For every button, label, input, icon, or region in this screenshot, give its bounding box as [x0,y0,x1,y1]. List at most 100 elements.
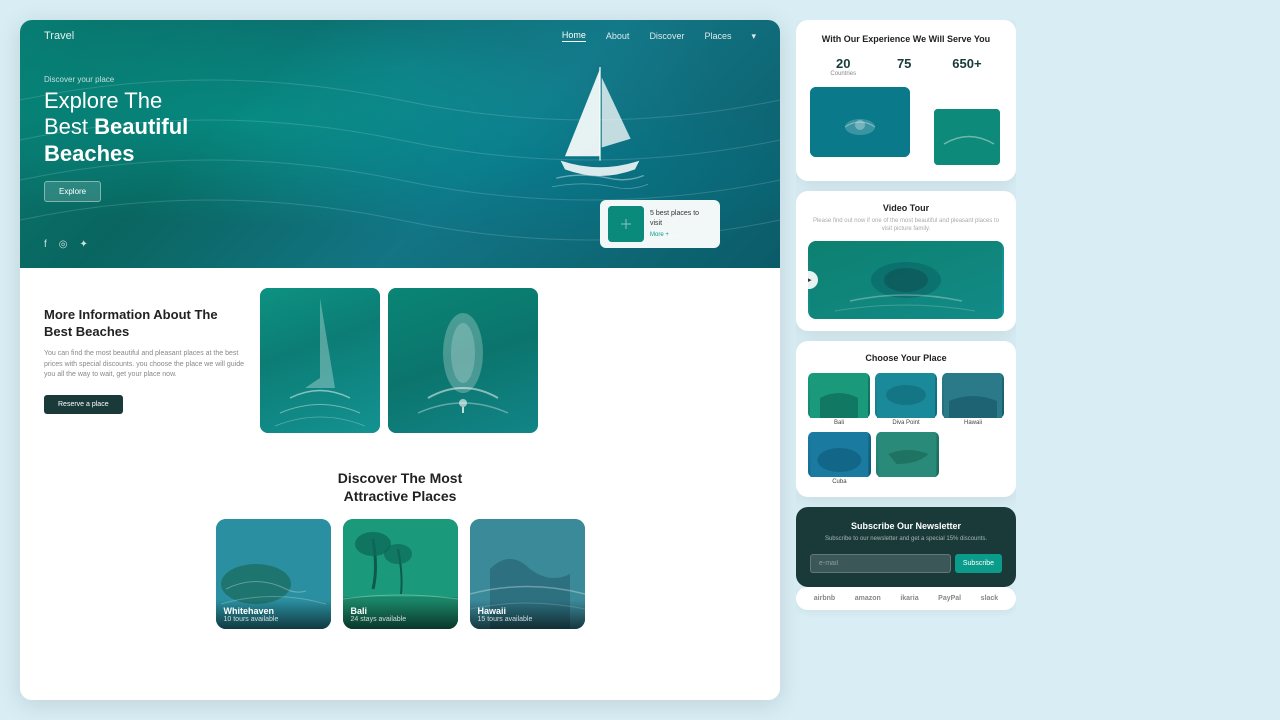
middle-description: You can find the most beautiful and plea… [44,349,244,381]
experience-card: With Our Experience We Will Serve You 20… [796,20,1016,181]
choose-img-bali [808,373,870,418]
card-more[interactable]: More + [650,231,712,239]
place-card-bg-bali: Bali 24 stays available [343,519,458,629]
subscribe-button[interactable]: Subscribe [955,554,1002,573]
choose-title: Choose Your Place [808,353,1004,363]
choose-label-hawaii: Hawaii [942,420,1004,426]
place-card-bg-whitehaven: Whitehaven 10 tours available [216,519,331,629]
choose-img-cuba [808,432,871,477]
hero-places-card[interactable]: 5 best places to visit More + [600,200,720,248]
instagram-icon[interactable]: ◎ [59,239,68,250]
page-wrapper: Travel Home About Discover Places ▾ Disc… [20,20,1260,700]
nav-links-container: Home About Discover Places ▾ [562,30,756,42]
hero-title: Explore The Best Beautiful Beaches [44,88,188,167]
discover-title-line2: Attractive Places [344,488,457,504]
choose-item-hawaii-choose[interactable]: Hawaii [942,373,1004,426]
right-panel: With Our Experience We Will Serve You 20… [796,20,1016,700]
exp-main-image [810,87,910,157]
choose-item-bali[interactable]: Bali [808,373,870,426]
navigation: Travel Home About Discover Places ▾ [20,20,780,52]
hero-section: Travel Home About Discover Places ▾ Disc… [20,20,780,268]
discover-title-line1: Discover The Most [338,470,462,486]
discover-title: Discover The Most Attractive Places [44,469,756,505]
stat-num-countries: 20 [830,56,856,71]
card-title: 5 best places to visit [650,210,699,227]
facebook-icon[interactable]: f [44,239,47,250]
stat-num-2: 75 [897,56,911,71]
nav-more[interactable]: ▾ [751,31,756,42]
brand-slack: slack [981,595,999,602]
stat-num-3: 650+ [952,56,981,71]
choose-grid-row1: Bali Diva Point [808,373,1004,426]
discover-section: Discover The Most Attractive Places [20,453,780,700]
sailboat-image [540,60,660,200]
choose-img-5 [876,432,939,477]
place-name-bali: Bali [351,606,450,616]
reserve-button[interactable]: Reserve a place [44,395,123,414]
place-name-hawaii: Hawaii [478,606,577,616]
middle-image-2 [388,288,538,433]
middle-images-container [260,288,756,433]
place-card-info-hawaii: Hawaii 15 tours available [470,600,585,629]
mid-img-inner-2 [388,288,538,433]
brands-row: airbnb amazon ikaria PayPal slack [796,587,1016,610]
place-card-info-bali: Bali 24 stays available [343,600,458,629]
choose-label-bali: Bali [808,420,870,426]
nav-home[interactable]: Home [562,30,586,42]
choose-item-5[interactable] [876,432,939,485]
stat-3: 650+ [952,56,981,77]
nav-discover[interactable]: Discover [649,31,684,41]
hero-discover-label: Discover your place [44,75,188,84]
choose-img-divapoint [875,373,937,418]
place-card-whitehaven[interactable]: Whitehaven 10 tours available [216,519,331,629]
choose-item-divapoint[interactable]: Diva Point [875,373,937,426]
nav-about[interactable]: About [606,31,630,41]
middle-image-1 [260,288,380,433]
choose-label-cuba: Cuba [808,479,871,485]
brand-paypal: PayPal [938,595,961,602]
hero-title-line3: Beaches [44,141,135,166]
experience-title: With Our Experience We Will Serve You [810,34,1002,46]
video-card: Video Tour Please find out now if one of… [796,191,1016,332]
subscribe-form: Subscribe [810,554,1002,573]
choose-card: Choose Your Place Bali [796,341,1016,497]
twitter-icon[interactable]: ✦ [80,239,88,250]
middle-title: More Information About The Best Beaches [44,307,244,341]
brand-airbnb: airbnb [814,595,835,602]
subscribe-card: Subscribe Our Newsletter Subscribe to ou… [796,507,1016,586]
hero-title-bold: Beautiful [94,114,188,139]
experience-images [810,87,1002,167]
subscribe-email-input[interactable] [810,554,951,573]
choose-grid-row2: Cuba [808,432,939,485]
place-tours-whitehaven: 10 tours available [224,616,323,623]
choose-item-cuba[interactable]: Cuba [808,432,871,485]
hero-title-line1: Explore The [44,88,162,113]
hero-content: Discover your place Explore The Best Bea… [44,75,188,202]
middle-section: More Information About The Best Beaches … [20,268,780,453]
middle-text-block: More Information About The Best Beaches … [44,307,244,413]
places-grid: Whitehaven 10 tours available [44,519,756,629]
video-description: Please find out now if one of the most b… [808,217,1004,234]
subscribe-title: Subscribe Our Newsletter [810,521,1002,531]
stat-2: 75 [897,56,911,77]
video-thumbnail[interactable]: ▶ [808,241,1004,319]
choose-label-divapoint: Diva Point [875,420,937,426]
place-tours-bali: 24 stays available [351,616,450,623]
nav-places[interactable]: Places [704,31,731,41]
card-text: 5 best places to visit More + [650,209,712,239]
place-card-hawaii[interactable]: Hawaii 15 tours available [470,519,585,629]
video-title: Video Tour [808,203,1004,213]
exp-overlay-image [932,107,1002,167]
hero-social-icons: f ◎ ✦ [44,239,88,250]
hero-title-line2-normal: Best [44,114,94,139]
place-name-whitehaven: Whitehaven [224,606,323,616]
place-tours-hawaii: 15 tours available [478,616,577,623]
place-card-info-whitehaven: Whitehaven 10 tours available [216,600,331,629]
subscribe-description: Subscribe to our newsletter and get a sp… [810,535,1002,543]
brand-amazon: amazon [855,595,881,602]
hero-explore-button[interactable]: Explore [44,181,101,202]
brand-ikaria: ikaria [900,595,918,602]
experience-stats: 20 Countries 75 650+ [810,56,1002,77]
main-panel: Travel Home About Discover Places ▾ Disc… [20,20,780,700]
place-card-bali[interactable]: Bali 24 stays available [343,519,458,629]
